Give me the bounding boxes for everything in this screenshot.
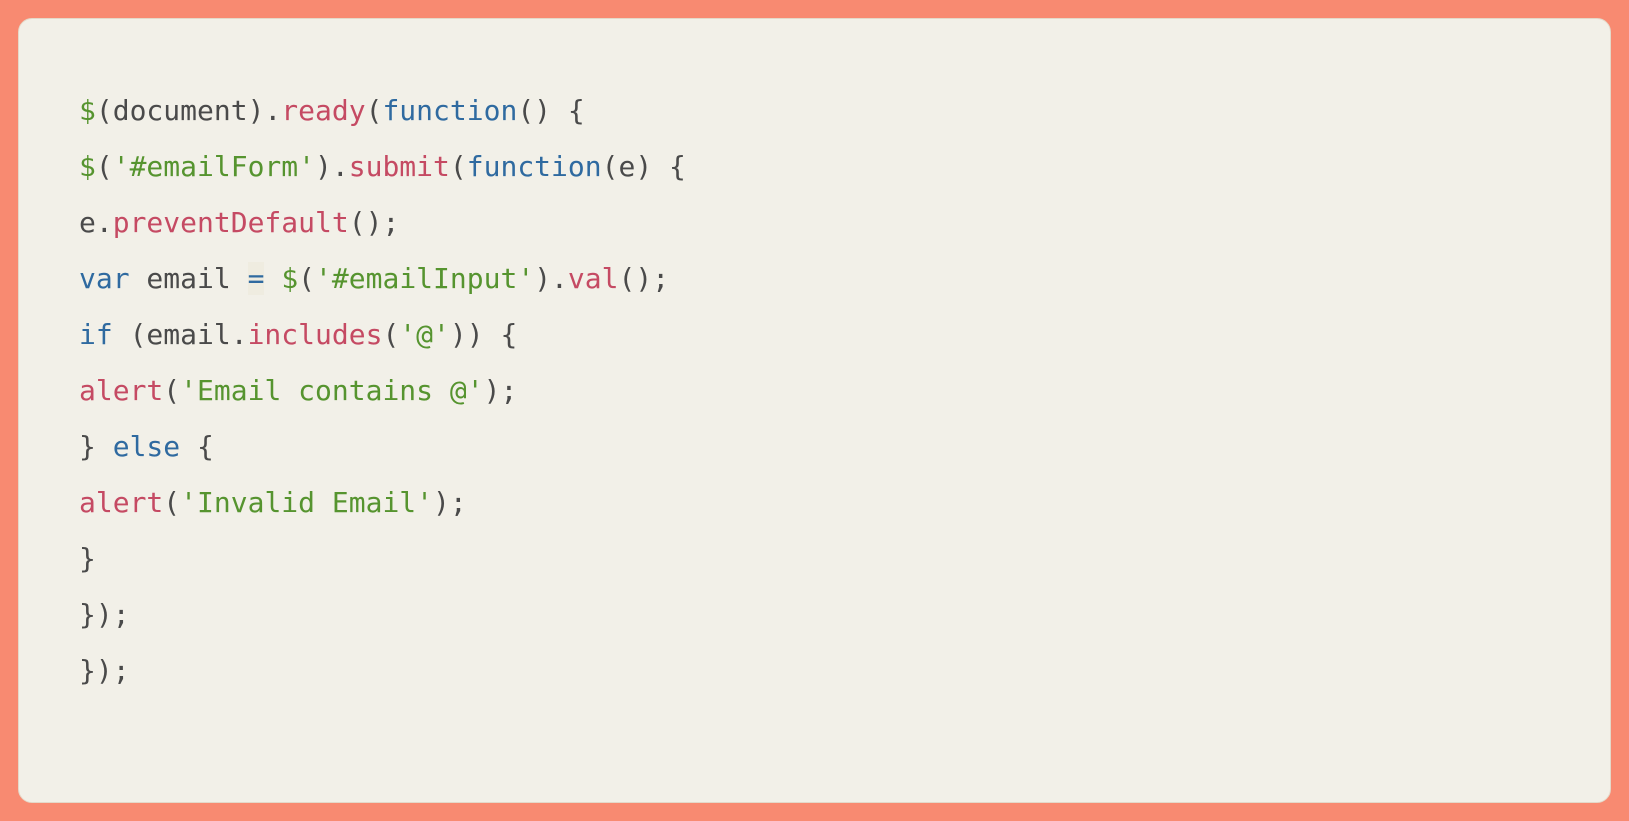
code-token: )) { (450, 318, 517, 351)
code-token: ( (366, 94, 383, 127)
code-panel: $(document).ready(function() { $('#email… (18, 18, 1611, 803)
code-line: if (email.includes('@')) { (79, 318, 517, 351)
code-token: = (248, 262, 265, 295)
code-token: (); (349, 206, 400, 239)
code-token: ); (433, 486, 467, 519)
code-line: }); (79, 654, 130, 687)
code-token: e. (79, 206, 113, 239)
code-token: $ (281, 262, 298, 295)
code-token: includes (248, 318, 383, 351)
code-token: if (79, 318, 113, 351)
code-line: alert('Email contains @'); (79, 374, 517, 407)
code-token: () { (517, 94, 584, 127)
code-token: ); (484, 374, 518, 407)
code-token: ( (96, 150, 113, 183)
code-token: var (79, 262, 130, 295)
code-token: preventDefault (113, 206, 349, 239)
code-token: ( (382, 318, 399, 351)
code-line: $('#emailForm').submit(function(e) { (79, 150, 686, 183)
code-token: 'Invalid Email' (180, 486, 433, 519)
code-token: }); (79, 654, 130, 687)
code-token: ). (534, 262, 568, 295)
code-token: else (113, 430, 180, 463)
code-token: ). (248, 94, 282, 127)
code-block: $(document).ready(function() { $('#email… (79, 83, 1550, 699)
code-token (264, 262, 281, 295)
code-token: (); (618, 262, 669, 295)
code-token: alert (79, 486, 163, 519)
code-token: ready (281, 94, 365, 127)
code-token: document (113, 94, 248, 127)
code-token: (email. (113, 318, 248, 351)
code-line: } (79, 542, 96, 575)
code-token: ( (450, 150, 467, 183)
code-line: }); (79, 598, 130, 631)
code-token: }); (79, 598, 130, 631)
code-token: 'Email contains @' (180, 374, 483, 407)
code-line: alert('Invalid Email'); (79, 486, 467, 519)
code-line: } else { (79, 430, 214, 463)
code-token: alert (79, 374, 163, 407)
code-line: var email = $('#emailInput').val(); (79, 262, 669, 295)
code-token: submit (349, 150, 450, 183)
code-token: ( (163, 374, 180, 407)
code-token: '#emailForm' (113, 150, 315, 183)
code-line: e.preventDefault(); (79, 206, 399, 239)
code-token: function (382, 94, 517, 127)
code-token: ( (96, 94, 113, 127)
code-token: $ (79, 150, 96, 183)
code-token: function (467, 150, 602, 183)
code-token: (e) { (602, 150, 686, 183)
code-token: ( (298, 262, 315, 295)
code-token: } (79, 430, 113, 463)
code-token: { (180, 430, 214, 463)
code-token: ). (315, 150, 349, 183)
code-token: val (568, 262, 619, 295)
code-line: $(document).ready(function() { (79, 94, 585, 127)
code-token: } (79, 542, 96, 575)
code-token: ( (163, 486, 180, 519)
code-token: '#emailInput' (315, 262, 534, 295)
code-token: $ (79, 94, 96, 127)
code-token: email (130, 262, 248, 295)
code-token: '@' (399, 318, 450, 351)
